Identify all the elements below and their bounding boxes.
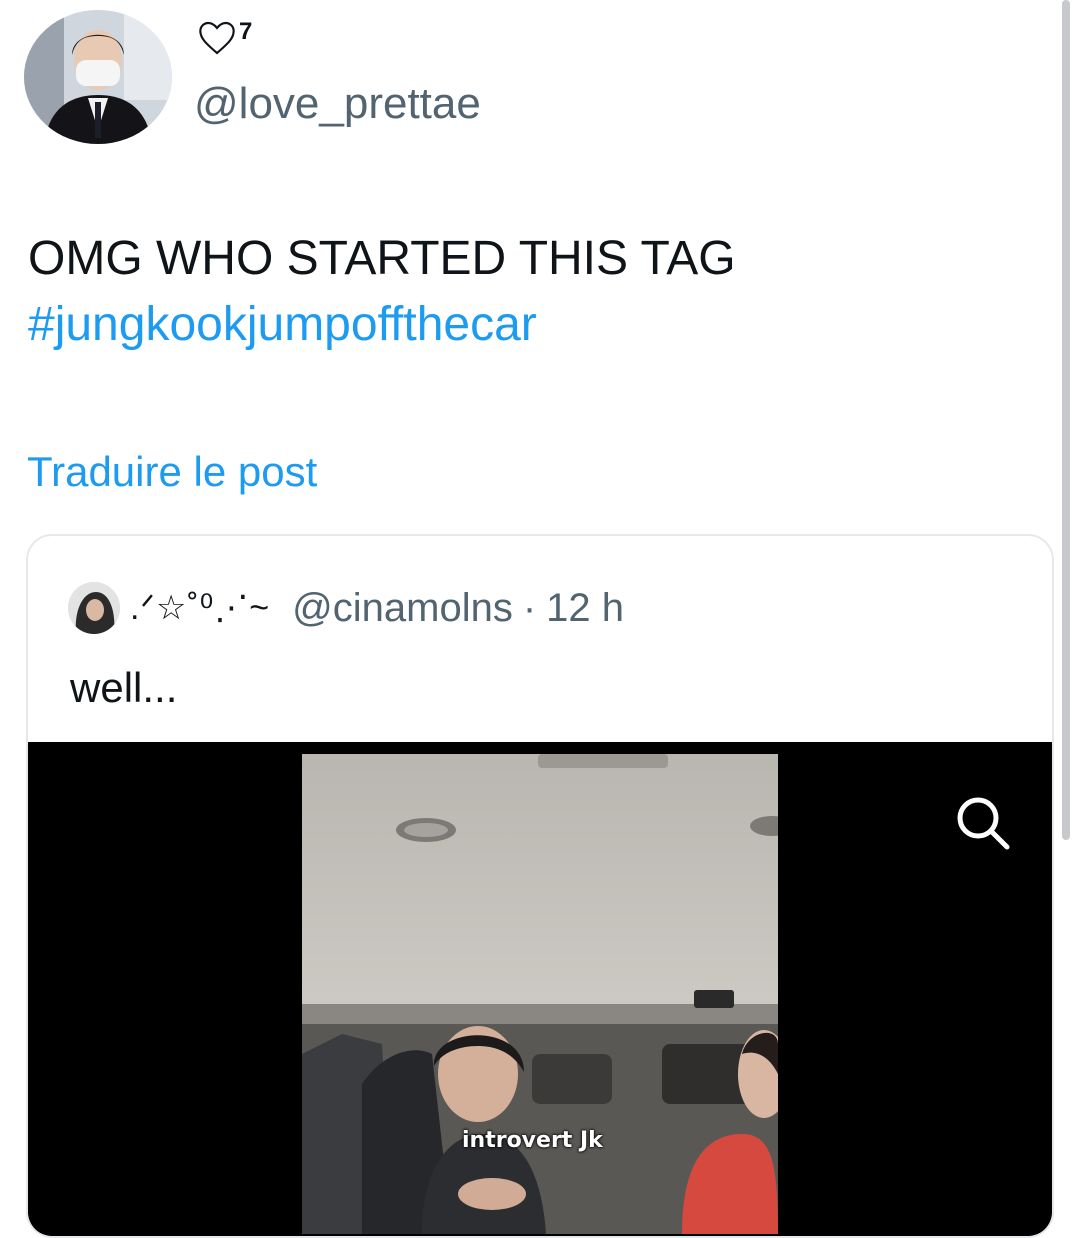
heart-outline-icon <box>199 21 235 55</box>
quoted-tweet-card[interactable]: .ᐟ☆˚⁰⋰~ @cinamolns · 12 h well... introv… <box>26 534 1054 1238</box>
quoted-tweet-header: .ᐟ☆˚⁰⋰~ @cinamolns · 12 h <box>68 580 624 636</box>
author-avatar[interactable] <box>24 10 172 144</box>
video-thumbnail[interactable]: introvert Jk <box>302 754 778 1234</box>
quoted-author-handle[interactable]: @cinamolns <box>292 586 513 631</box>
quoted-author-name[interactable]: .ᐟ☆˚⁰⋰~ <box>130 588 270 628</box>
scrollbar[interactable] <box>1062 0 1070 840</box>
quoted-author-avatar[interactable] <box>68 582 120 634</box>
translate-post-link[interactable]: Traduire le post <box>27 446 317 498</box>
search-icon[interactable] <box>952 792 1014 854</box>
video-caption: introvert Jk <box>462 1128 603 1153</box>
quoted-tweet-time[interactable]: 12 h <box>546 586 624 631</box>
author-name-text: 7 <box>239 18 253 45</box>
author-display-name[interactable]: 7 <box>197 14 252 62</box>
hashtag-link[interactable]: #jungkookjumpoffthecar <box>28 292 736 358</box>
separator-dot: · <box>522 585 537 630</box>
author-handle[interactable]: @love_prettae <box>194 76 481 132</box>
tweet-text: OMG WHO STARTED THIS TAG <box>28 232 736 285</box>
quoted-tweet-media[interactable]: introvert Jk <box>28 742 1052 1236</box>
tweet-body: OMG WHO STARTED THIS TAG #jungkookjumpof… <box>28 226 736 358</box>
quoted-tweet-text: well... <box>70 664 178 711</box>
